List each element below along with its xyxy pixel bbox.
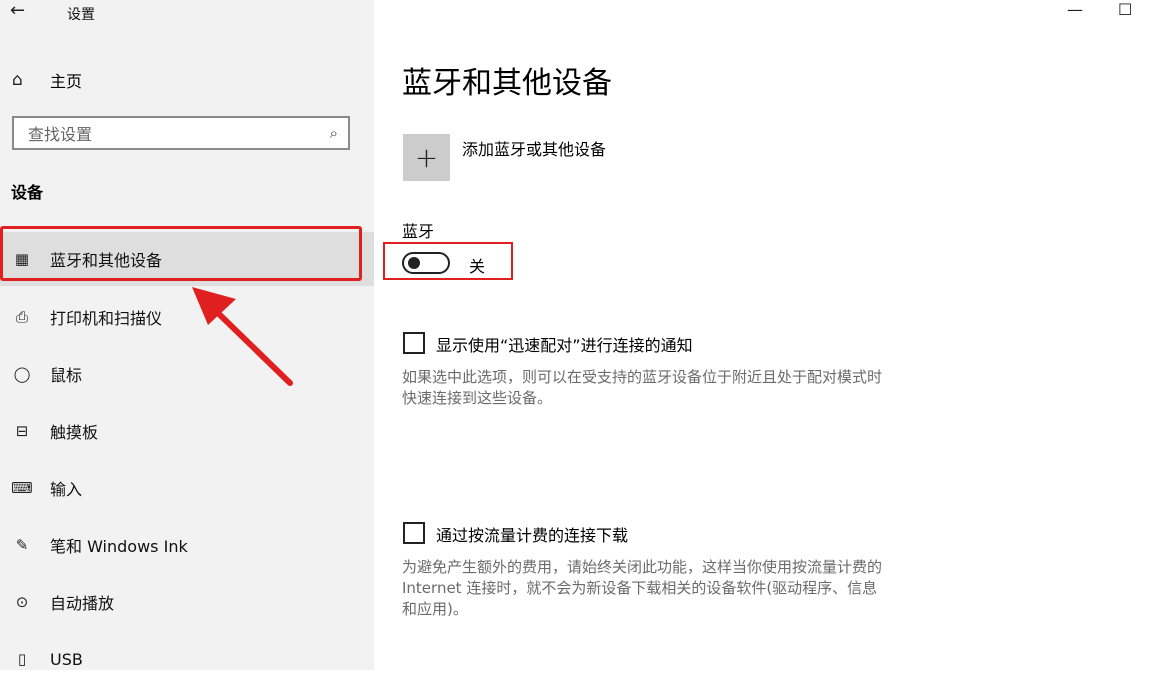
description-line: 和应用)。: [402, 600, 468, 618]
sidebar-item-touchpad[interactable]: ⊟ 触摸板: [0, 404, 374, 458]
description-line: Internet 连接时，就不会为新设备下载相关的设备软件(驱动程序、信息: [402, 579, 878, 597]
pen-icon: ✎: [15, 536, 29, 554]
page-title: 蓝牙和其他设备: [402, 66, 612, 101]
section-heading: 设备: [11, 183, 44, 202]
annotation-highlight-box: [0, 226, 362, 281]
description-line: 如果选中此选项，则可以在受支持的蓝牙设备位于附近且处于配对模式时: [402, 368, 883, 386]
sidebar-item-label: 笔和 Windows Ink: [50, 537, 188, 556]
usb-icon: ▯: [17, 650, 27, 668]
sidebar-item-printers[interactable]: ⎙ 打印机和扫描仪: [0, 290, 374, 344]
swift-pair-checkbox[interactable]: [403, 332, 425, 354]
metered-download-checkbox[interactable]: [403, 522, 425, 544]
bluetooth-toggle[interactable]: [402, 252, 450, 274]
sidebar-item-label: 触摸板: [50, 423, 99, 442]
bluetooth-state-label: 关: [469, 257, 486, 276]
search-input[interactable]: 查找设置 ⌕: [12, 116, 350, 150]
main-content: — ☐ 蓝牙和其他设备 + 添加蓝牙或其他设备 蓝牙 关 显示使用“迅速配对”进…: [374, 0, 1169, 670]
sidebar-item-label: 打印机和扫描仪: [50, 309, 163, 328]
minimize-icon[interactable]: —: [1067, 0, 1083, 19]
sidebar-item-label: 自动播放: [50, 594, 115, 613]
sidebar-item-typing[interactable]: ⌨ 输入: [0, 461, 374, 515]
add-device-button[interactable]: +: [403, 134, 450, 181]
mouse-icon: ◯: [13, 365, 31, 383]
bluetooth-label: 蓝牙: [402, 222, 435, 241]
metered-download-description: 为避免产生额外的费用，请始终关闭此功能，这样当你使用按流量计费的 Interne…: [402, 557, 962, 620]
description-line: 快速连接到这些设备。: [402, 389, 553, 407]
printer-icon: ⎙: [15, 308, 28, 326]
sidebar-item-label: USB: [50, 649, 83, 669]
sidebar-item-pen[interactable]: ✎ 笔和 Windows Ink: [0, 518, 374, 572]
sidebar-item-mouse[interactable]: ◯ 鼠标: [0, 347, 374, 401]
maximize-icon[interactable]: ☐: [1118, 0, 1132, 19]
sidebar-item-label: 输入: [50, 480, 83, 499]
app-title: 设置: [67, 7, 95, 23]
sidebar-item-autoplay[interactable]: ⊙ 自动播放: [0, 575, 374, 629]
back-arrow-icon[interactable]: ←: [10, 1, 25, 21]
add-device-label[interactable]: 添加蓝牙或其他设备: [462, 136, 606, 160]
annotation-arrow-icon: [192, 287, 293, 386]
autoplay-icon: ⊙: [15, 593, 29, 611]
swift-pair-label[interactable]: 显示使用“迅速配对”进行连接的通知: [436, 332, 693, 356]
description-line: 为避免产生额外的费用，请始终关闭此功能，这样当你使用按流量计费的: [402, 558, 883, 576]
home-label: 主页: [50, 72, 83, 91]
sidebar: ← 设置 ⌂ 主页 查找设置 ⌕ 设备 ▦ 蓝牙和其他设备 ⎙ 打印机和扫描仪 …: [0, 0, 374, 670]
toggle-knob: [408, 257, 420, 269]
search-icon: ⌕: [329, 124, 338, 142]
sidebar-item-usb[interactable]: ▯ USB: [0, 632, 374, 686]
keyboard-icon: ⌨: [11, 479, 33, 497]
touchpad-icon: ⊟: [15, 422, 29, 440]
sidebar-item-label: 鼠标: [50, 366, 83, 385]
plus-icon: +: [414, 141, 439, 174]
home-icon: ⌂: [12, 70, 23, 90]
search-placeholder: 查找设置: [28, 125, 93, 144]
swift-pair-description: 如果选中此选项，则可以在受支持的蓝牙设备位于附近且处于配对模式时 快速连接到这些…: [402, 367, 962, 409]
sidebar-home[interactable]: ⌂ 主页: [12, 66, 82, 94]
metered-download-label[interactable]: 通过按流量计费的连接下载: [436, 522, 628, 546]
